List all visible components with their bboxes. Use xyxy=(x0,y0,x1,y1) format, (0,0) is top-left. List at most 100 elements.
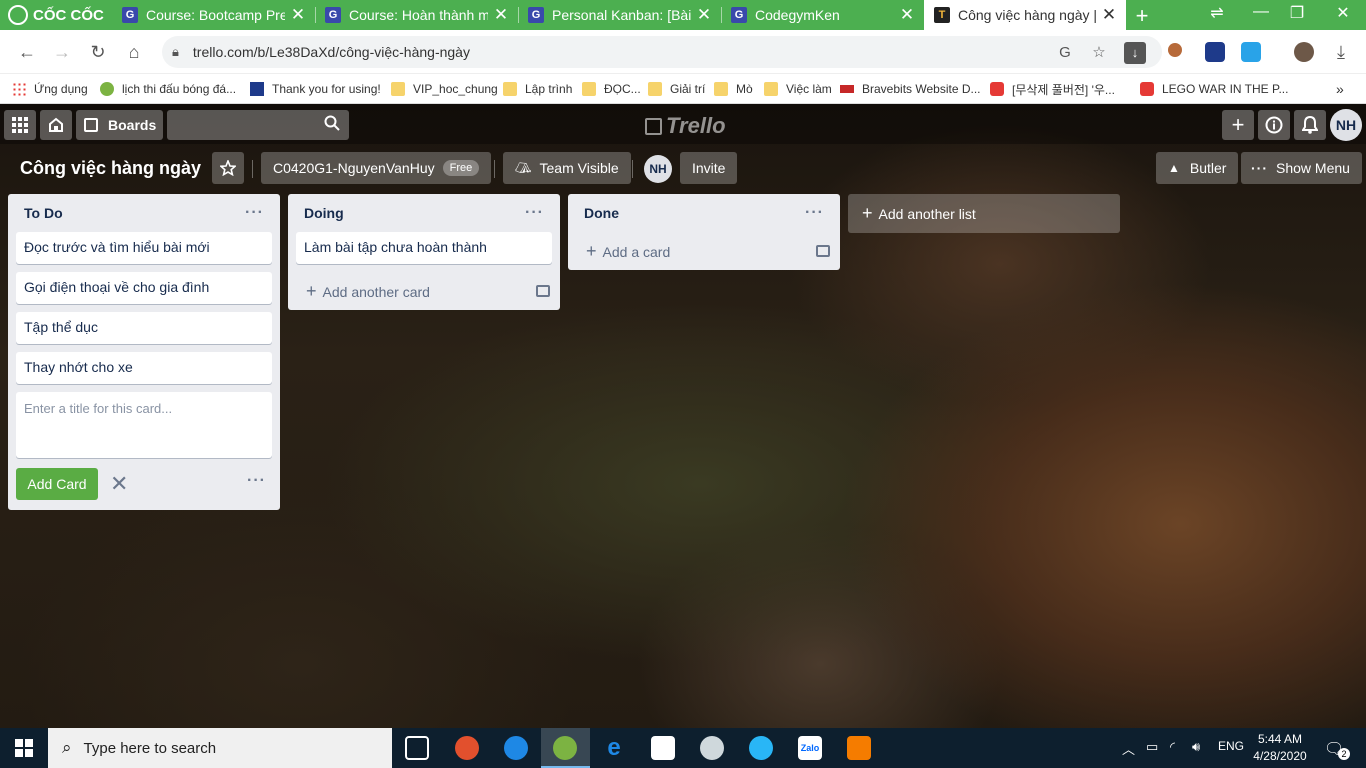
card-template-icon[interactable] xyxy=(816,245,830,257)
card[interactable]: Thay nhớt cho xe xyxy=(16,352,272,384)
tray-chevron-icon[interactable]: ︿ xyxy=(1122,739,1135,758)
forward-arrow-icon[interactable]: → xyxy=(49,39,75,65)
bookmark-star-icon[interactable]: ☆ xyxy=(1088,42,1110,64)
minimize-icon[interactable]: — xyxy=(1246,3,1276,21)
browser-tab[interactable]: G Course: Bootcamp Prep ✕ xyxy=(112,0,315,30)
list-title[interactable]: To Do xyxy=(24,205,63,221)
board-title[interactable]: Công việc hàng ngày xyxy=(20,158,201,179)
wordpress-icon[interactable] xyxy=(700,736,724,760)
bookmark-folder[interactable]: ĐỌC... xyxy=(582,80,641,98)
list-menu-dots-icon[interactable]: ··· xyxy=(525,204,544,222)
extension-icon[interactable] xyxy=(1168,43,1182,57)
tab-close-icon[interactable]: ✕ xyxy=(289,5,307,25)
bookmark-item[interactable]: Bravebits Website D... xyxy=(840,80,981,98)
store-icon[interactable] xyxy=(651,736,675,760)
add-another-list-button[interactable]: + Add another list xyxy=(848,194,1120,233)
windows-start-icon[interactable] xyxy=(0,728,48,768)
bookmark-folder[interactable]: Lập trình xyxy=(503,80,572,98)
battery-icon[interactable]: ▭ xyxy=(1146,739,1158,755)
invite-button[interactable]: Invite xyxy=(680,152,738,184)
butler-button[interactable]: ▲ Butler xyxy=(1156,152,1239,184)
bookmark-item[interactable]: LEGO WAR IN THE P... xyxy=(1140,80,1288,98)
more-bookmarks-chevron-icon[interactable]: » xyxy=(1336,80,1344,98)
user-avatar[interactable]: NH xyxy=(1330,109,1362,141)
bookmark-apps[interactable]: Ứng dụng xyxy=(12,80,88,98)
downloads-icon[interactable]: ⤓ xyxy=(1328,39,1354,65)
tiki-extension-icon[interactable] xyxy=(1241,42,1261,62)
app-red-icon[interactable] xyxy=(455,736,479,760)
extension-j-icon[interactable] xyxy=(1205,42,1225,62)
show-menu-button[interactable]: ··· Show Menu xyxy=(1241,152,1362,184)
coccoc-menu-button[interactable]: CỐC CỐC xyxy=(0,0,110,30)
bookmark-item[interactable]: [무삭제 풀버전] '우... xyxy=(990,80,1115,98)
composer-more-dots-icon[interactable]: ··· xyxy=(247,472,266,490)
apps-grid-icon[interactable] xyxy=(4,110,36,140)
tab-close-icon[interactable]: ✕ xyxy=(898,5,916,25)
gym-favicon-icon: G xyxy=(528,7,544,23)
edge-browser-icon[interactable]: e xyxy=(602,736,626,760)
tab-close-icon[interactable]: ✕ xyxy=(1100,5,1118,25)
home-icon[interactable]: ⌂ xyxy=(121,39,147,65)
coccoc-browser-icon[interactable] xyxy=(553,736,577,760)
list-doing: Doing ··· Làm bài tập chưa hoàn thành + A… xyxy=(288,194,560,310)
volume-icon[interactable]: 🔊︎ xyxy=(1192,739,1200,755)
close-window-icon[interactable]: ✕ xyxy=(1328,3,1358,23)
bookmark-item[interactable]: Thank you for using! xyxy=(250,80,381,98)
board-member-avatar[interactable]: NH xyxy=(644,155,672,183)
list-title[interactable]: Doing xyxy=(304,205,344,221)
reload-icon[interactable]: ↻ xyxy=(85,39,111,65)
list-menu-dots-icon[interactable]: ··· xyxy=(805,204,824,222)
back-arrow-icon[interactable]: ← xyxy=(14,39,40,65)
bookmark-folder[interactable]: Giải trí xyxy=(648,80,705,98)
app-circle-icon[interactable] xyxy=(749,736,773,760)
browser-tab-active[interactable]: T Công việc hàng ngày | T ✕ xyxy=(924,0,1126,30)
new-tab-plus-icon[interactable]: + xyxy=(1130,3,1154,29)
card-template-icon[interactable] xyxy=(536,285,550,297)
create-plus-icon[interactable]: + xyxy=(1222,110,1254,140)
browser-tab[interactable]: G Course: Hoàn thành mọ ✕ xyxy=(315,0,518,30)
card[interactable]: Gọi điện thoại về cho gia đình xyxy=(16,272,272,304)
home-icon[interactable] xyxy=(40,110,72,140)
list-title[interactable]: Done xyxy=(584,205,619,221)
card[interactable]: Tập thể dục xyxy=(16,312,272,344)
restore-icon[interactable]: ❐ xyxy=(1282,3,1312,23)
system-clock[interactable]: 5:44 AM 4/28/2020 xyxy=(1248,731,1312,765)
add-a-card-button[interactable]: + Add a card xyxy=(568,232,840,270)
add-another-card-button[interactable]: + Add another card xyxy=(288,272,560,310)
info-icon[interactable] xyxy=(1258,110,1290,140)
tab-close-icon[interactable]: ✕ xyxy=(695,5,713,25)
bookmark-folder[interactable]: Việc làm xyxy=(764,80,832,98)
browser-tab[interactable]: G CodegymKen ✕ xyxy=(721,0,924,30)
browser-tab[interactable]: G Personal Kanban: [Bài tậ ✕ xyxy=(518,0,721,30)
app-blue-icon[interactable] xyxy=(504,736,528,760)
url-text[interactable]: trello.com/b/Le38DaXd/công-việc-hàng-ngà… xyxy=(193,44,470,60)
translate-icon[interactable]: G xyxy=(1054,42,1076,64)
zalo-icon[interactable]: Zalo xyxy=(798,736,822,760)
tab-search-icon[interactable]: ⇌ xyxy=(1202,3,1232,23)
star-board-icon[interactable] xyxy=(212,152,244,184)
language-indicator[interactable]: ENG xyxy=(1218,739,1244,753)
notification-bell-icon[interactable] xyxy=(1294,110,1326,140)
card-title-input[interactable]: Enter a title for this card... xyxy=(16,392,272,458)
card[interactable]: Đọc trước và tìm hiểu bài mới xyxy=(16,232,272,264)
taskbar-search-input[interactable]: ⌕ Type here to search xyxy=(48,728,392,768)
board-search-input[interactable] xyxy=(167,110,349,140)
bookmark-folder[interactable]: VIP_hoc_chung xyxy=(391,80,498,98)
boards-button[interactable]: Boards xyxy=(76,110,163,140)
list-menu-dots-icon[interactable]: ··· xyxy=(245,204,264,222)
add-card-button[interactable]: Add Card xyxy=(16,468,98,500)
bookmark-item[interactable]: lịch thi đấu bóng đá... xyxy=(100,80,236,98)
bookmark-folder[interactable]: Mò xyxy=(714,80,753,98)
visibility-button[interactable]: ⛺︎ Team Visible xyxy=(503,152,631,184)
omnibox[interactable]: 🔒︎ trello.com/b/Le38DaXd/công-việc-hàng-… xyxy=(162,36,1162,68)
trello-logo[interactable]: Trello xyxy=(645,113,726,139)
profile-avatar-icon[interactable] xyxy=(1294,42,1314,62)
task-view-icon[interactable] xyxy=(405,736,429,760)
card[interactable]: Làm bài tập chưa hoàn thành xyxy=(296,232,552,264)
team-button[interactable]: C0420G1-NguyenVanHuy Free xyxy=(261,152,492,184)
close-composer-icon[interactable]: ✕ xyxy=(110,471,128,497)
foxit-pdf-icon[interactable] xyxy=(847,736,871,760)
tab-close-icon[interactable]: ✕ xyxy=(492,5,510,25)
download-icon[interactable]: ↓ xyxy=(1124,42,1146,64)
wifi-icon[interactable]: ◜ xyxy=(1170,739,1175,755)
